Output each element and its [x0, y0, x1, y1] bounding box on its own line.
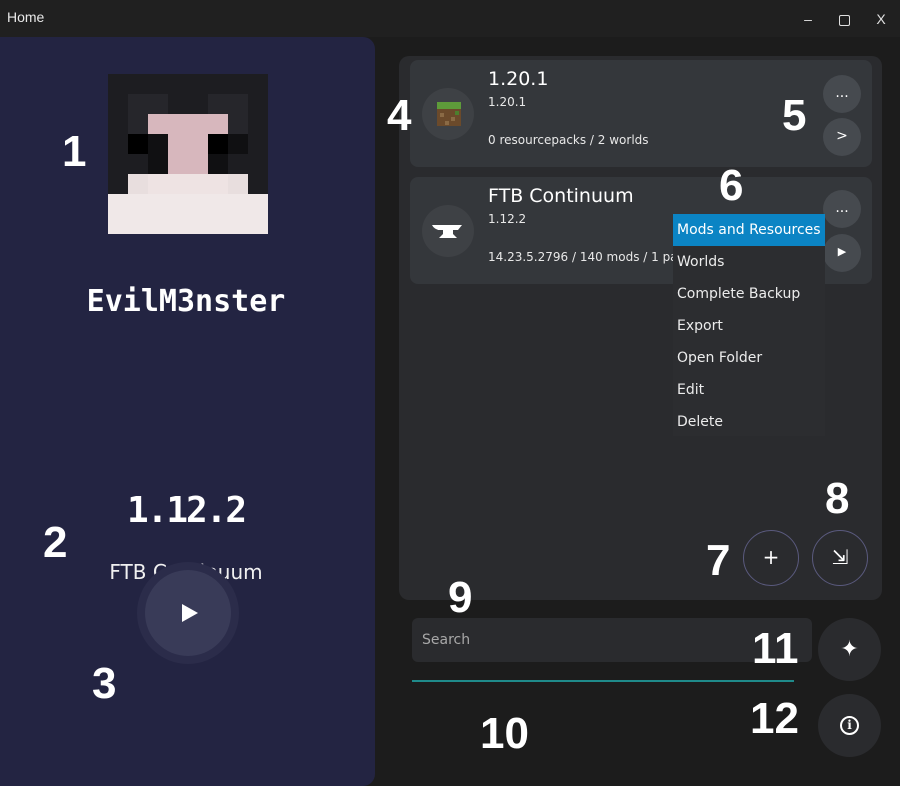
instance-more-button[interactable]: ...: [823, 75, 861, 113]
instance-play-button[interactable]: ▶: [823, 234, 861, 272]
annotation-number: 8: [825, 474, 850, 523]
annotation-number: 1: [62, 127, 87, 176]
minimize-button[interactable]: –: [796, 8, 820, 30]
maximize-button[interactable]: [832, 8, 856, 30]
title-bar: Home – X: [0, 0, 900, 37]
instance-open-button[interactable]: >: [823, 118, 861, 156]
play-icon: [182, 604, 198, 622]
info-icon: i: [840, 716, 859, 735]
instance-more-button[interactable]: ...: [823, 190, 861, 228]
menu-item-delete[interactable]: Delete: [673, 406, 825, 438]
import-icon: ⇲: [831, 545, 849, 569]
annotation-number: 10: [480, 709, 529, 758]
instance-title: 1.20.1: [488, 68, 549, 90]
sparkle-icon: ✦: [840, 637, 859, 662]
add-instance-button[interactable]: +: [743, 530, 799, 586]
window-title: Home: [7, 9, 45, 25]
menu-item-worlds[interactable]: Worlds: [673, 246, 825, 278]
launch-play-button[interactable]: [145, 570, 231, 656]
maximize-icon: [838, 14, 850, 26]
annotation-number: 12: [750, 694, 799, 743]
search-underline: [412, 680, 794, 682]
menu-item-export[interactable]: Export: [673, 310, 825, 342]
instance-info: 14.23.5.2796 / 140 mods / 1 pac: [488, 250, 685, 264]
annotation-number: 9: [448, 573, 473, 622]
grass-block-icon: [422, 88, 474, 140]
annotation-number: 2: [43, 518, 68, 567]
annotation-number: 6: [719, 161, 744, 210]
username: EvilM3nster: [86, 284, 286, 319]
profile-panel: EvilM3nster 1.12.2 FTB Continuum: [0, 37, 375, 786]
annotation-number: 4: [387, 91, 412, 140]
instance-version: 1.20.1: [488, 95, 527, 109]
instance-info: 0 resourcepacks / 2 worlds: [488, 133, 649, 147]
instance-version: 1.12.2: [488, 212, 527, 226]
player-skin-avatar: [108, 74, 268, 234]
ai-assistant-button[interactable]: ✦: [818, 618, 881, 681]
annotation-number: 3: [92, 659, 117, 708]
annotation-number: 11: [752, 624, 799, 673]
anvil-icon: [422, 205, 474, 257]
import-instance-button[interactable]: ⇲: [812, 530, 868, 586]
annotation-number: 5: [782, 91, 807, 140]
menu-item-edit[interactable]: Edit: [673, 374, 825, 406]
menu-item-complete-backup[interactable]: Complete Backup: [673, 278, 825, 310]
annotation-number: 7: [706, 536, 731, 585]
instance-title: FTB Continuum: [488, 185, 634, 207]
plus-icon: +: [762, 545, 780, 569]
instance-context-menu: Mods and Resources Worlds Complete Backu…: [673, 214, 825, 436]
menu-item-mods-and-resources[interactable]: Mods and Resources: [673, 214, 825, 246]
menu-item-open-folder[interactable]: Open Folder: [673, 342, 825, 374]
info-button[interactable]: i: [818, 694, 881, 757]
close-button[interactable]: X: [869, 8, 893, 30]
